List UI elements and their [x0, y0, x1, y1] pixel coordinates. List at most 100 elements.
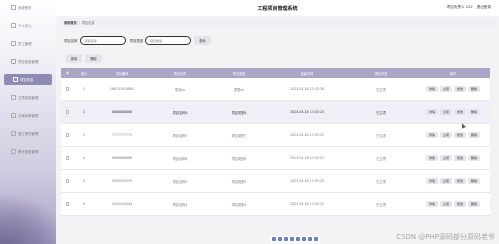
- cell-project-name: 项目名称8: [172, 110, 188, 115]
- sidebar-nav: 系统首页个人中心员工管理项目信息管理项目信息立项信息管理方案评审管理 施工情况管理…: [0, 2, 56, 157]
- search-button[interactable]: 查询: [194, 36, 211, 45]
- detail-button[interactable]: 详情: [425, 200, 438, 208]
- select-all-checkbox[interactable]: [65, 71, 70, 75]
- cell-status: 已立项: [376, 110, 386, 115]
- cell-project-name: 项目名称4: [172, 202, 188, 207]
- project-name-input[interactable]: [79, 36, 126, 45]
- delete-row-button[interactable]: 删除: [468, 154, 481, 162]
- row-checkbox[interactable]: [65, 202, 70, 206]
- cell-status: 已立项: [376, 133, 386, 138]
- header-status: 项目状态: [374, 71, 388, 76]
- sidebar-item[interactable]: 系统首页: [2, 2, 52, 13]
- row-checkbox[interactable]: [65, 110, 70, 114]
- header-project-type: 项目类型: [232, 71, 246, 76]
- delete-row-button[interactable]: 删除: [468, 200, 481, 208]
- approve-button[interactable]: 立项: [439, 200, 452, 208]
- detail-button[interactable]: 详情: [425, 154, 438, 162]
- sidebar-item[interactable]: 个人中心: [2, 20, 52, 31]
- cell-project-type: 项目类型4: [231, 202, 247, 207]
- edit-button[interactable]: 修改: [454, 108, 467, 116]
- table-row[interactable]: 5 5555555555 项目名称5 项目类型5 2023-04-18 17:03:23…: [61, 170, 490, 193]
- cell-index: 2: [82, 110, 86, 114]
- sidebar-item[interactable]: 审计报告管理: [2, 146, 52, 157]
- detail-button[interactable]: 详情: [425, 131, 438, 139]
- table-row[interactable]: 4 6666666666 项目名称6 项目类型6 2023-04-18 17:03:23…: [61, 147, 490, 170]
- sidebar-item[interactable]: 方案评审管理: [2, 110, 52, 121]
- logout-link[interactable]: 退出登录: [477, 5, 491, 9]
- cell-created-time: 2023-04-18 17:03:23: [290, 179, 324, 183]
- sidebar-item-label: 审计报告管理: [18, 150, 39, 154]
- sidebar-item-label: 系统首页: [18, 6, 32, 10]
- sidebar-item[interactable]: 项目信息: [4, 74, 52, 85]
- edit-button[interactable]: 修改: [454, 131, 467, 139]
- sidebar-item[interactable]: 员工管理: [2, 38, 52, 49]
- cell-status: 已立项: [376, 179, 386, 184]
- row-checkbox[interactable]: [65, 87, 70, 91]
- approve-button[interactable]: 立项: [439, 131, 452, 139]
- row-checkbox[interactable]: [65, 156, 70, 160]
- sidebar-item[interactable]: 立项信息管理: [2, 92, 52, 103]
- delete-row-button[interactable]: 删除: [468, 131, 481, 139]
- table-row[interactable]: 2 8888888888 项目名称8 项目类型8 2023-04-18 17:03:23…: [61, 101, 490, 124]
- breadcrumb-home[interactable]: 系统首页: [64, 20, 77, 25]
- table-row[interactable]: 3 7777777777 项目名称7 项目类型7 2023-04-18 17:03:23…: [61, 124, 490, 147]
- toolbar-icon[interactable]: [296, 237, 300, 241]
- detail-button[interactable]: 详情: [425, 108, 438, 116]
- toolbar-icon[interactable]: [272, 237, 276, 241]
- header-operations: 操作: [449, 71, 457, 76]
- sidebar-item-label: 施工情况管理: [18, 132, 39, 136]
- cell-index: 1: [82, 87, 86, 91]
- toolbar-icon[interactable]: [284, 237, 288, 241]
- delete-row-button[interactable]: 删除: [468, 108, 481, 116]
- cell-project-name: 项目xx: [174, 87, 186, 92]
- sidebar-item-label: 方案评审管理: [18, 114, 39, 118]
- toolbar-icon[interactable]: [302, 237, 306, 241]
- toolbar-icon[interactable]: [278, 237, 282, 241]
- toolbar-icon[interactable]: [314, 237, 318, 241]
- flag-icon: [11, 95, 16, 100]
- cell-project-name: 项目名称7: [172, 133, 188, 138]
- sidebar-item[interactable]: 项目信息管理: [2, 56, 52, 67]
- table-row[interactable]: 1 168741914865 项目xx 类型xx 2023-04-18 17:43:36…: [61, 78, 490, 101]
- sidebar-item-label: 项目信息: [20, 78, 34, 82]
- approve-button[interactable]: 立项: [439, 85, 452, 93]
- sidebar-item[interactable]: 施工情况管理: [2, 128, 52, 139]
- cell-operations: 详情 立项 修改 删除: [416, 200, 490, 208]
- build-icon: [11, 131, 16, 136]
- detail-button[interactable]: 详情: [425, 177, 438, 185]
- project-table: 索引 项目编号 项目名称 项目类型 创建时间 项目状态 操作 1 16874191…: [61, 68, 490, 216]
- add-button[interactable]: 新增: [66, 54, 83, 63]
- action-bar: 新增 删除: [66, 54, 102, 63]
- header-project-no: 项目编号: [115, 71, 129, 76]
- approve-button[interactable]: 立项: [439, 177, 452, 185]
- edit-button[interactable]: 修改: [454, 200, 467, 208]
- cell-project-type: 项目类型7: [231, 133, 247, 138]
- row-checkbox[interactable]: [65, 133, 70, 137]
- toolbar-icon[interactable]: [308, 237, 312, 241]
- breadcrumb: 系统首页 / 项目信息: [60, 18, 497, 27]
- row-checkbox[interactable]: [65, 179, 70, 183]
- approve-button[interactable]: 立项: [439, 154, 452, 162]
- cell-status: 已立项: [376, 202, 386, 207]
- cell-created-time: 2023-04-18 17:03:23: [290, 110, 324, 114]
- header-index: 索引: [80, 71, 88, 76]
- approve-button[interactable]: 立项: [439, 108, 452, 116]
- edit-button[interactable]: 修改: [454, 154, 467, 162]
- edit-button[interactable]: 修改: [454, 177, 467, 185]
- table-row[interactable]: 6 4444444444 项目名称4 项目类型4 2023-04-18 17:03:23…: [61, 193, 490, 216]
- cell-created-time: 2023-04-18 17:03:23: [290, 202, 324, 206]
- delete-row-button[interactable]: 删除: [468, 177, 481, 185]
- delete-button[interactable]: 删除: [85, 54, 102, 63]
- project-type-input[interactable]: [145, 36, 192, 45]
- cell-operations: 详情 立项 修改 删除: [416, 131, 490, 139]
- toolbar-icon[interactable]: [290, 237, 294, 241]
- cell-operations: 详情 立项 修改 删除: [416, 108, 490, 116]
- edit-button[interactable]: 修改: [454, 85, 467, 93]
- doc-icon: [13, 77, 18, 82]
- cell-index: 4: [82, 156, 86, 160]
- delete-row-button[interactable]: 删除: [468, 85, 481, 93]
- sidebar-item-label: 个人中心: [18, 24, 32, 28]
- cell-operations: 详情 立项 修改 删除: [416, 177, 490, 185]
- detail-button[interactable]: 详情: [425, 85, 438, 93]
- cell-operations: 详情 立项 修改 删除: [416, 154, 490, 162]
